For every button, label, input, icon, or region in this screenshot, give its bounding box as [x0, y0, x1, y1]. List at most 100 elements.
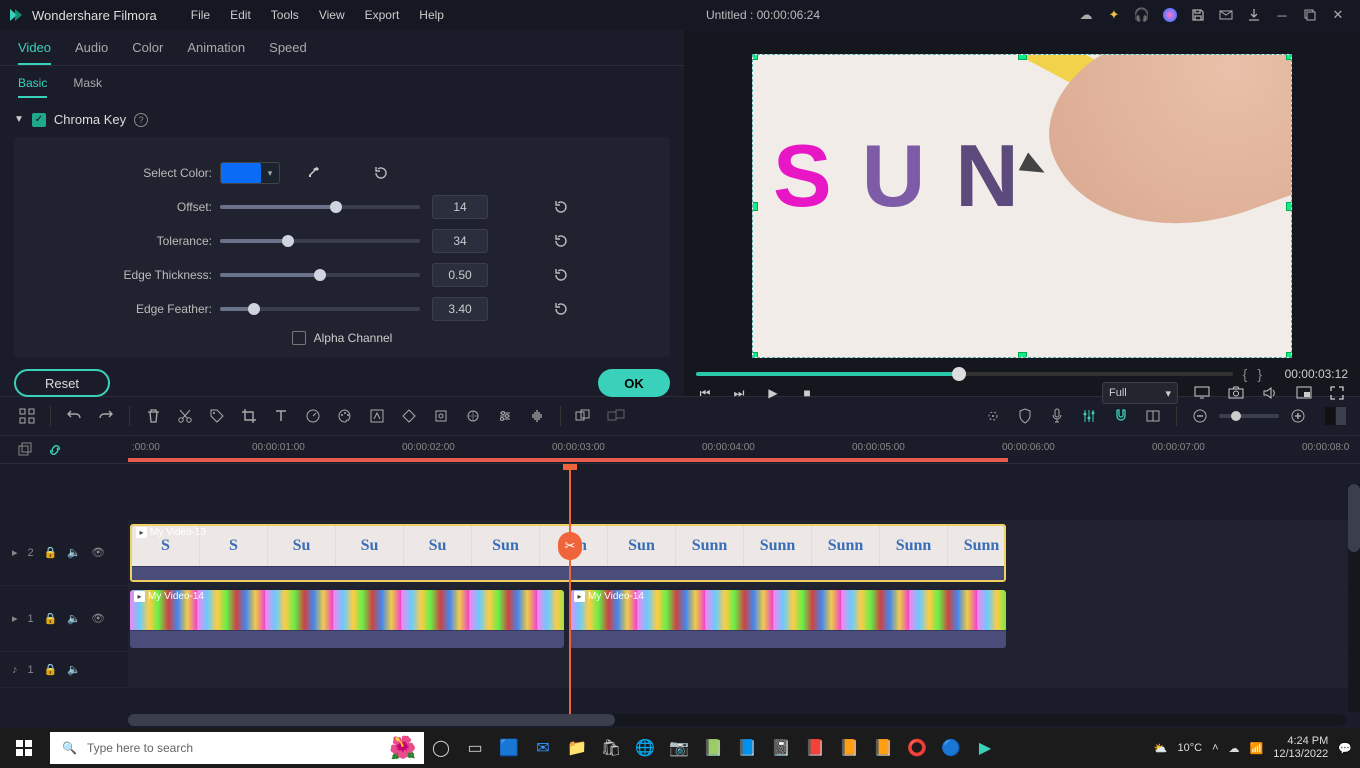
transform-handle[interactable]	[752, 202, 758, 211]
tolerance-value[interactable]: 34	[432, 229, 488, 253]
reset-button[interactable]: Reset	[14, 369, 110, 397]
reset-tolerance-icon[interactable]	[552, 232, 570, 250]
detect-icon[interactable]	[428, 403, 454, 429]
app-mail-icon[interactable]: ✉	[526, 728, 560, 768]
tray-clock[interactable]: 4:24 PM 12/13/2022	[1273, 735, 1328, 761]
eye-icon[interactable]: 👁	[91, 546, 105, 559]
app-instagram-icon[interactable]: 📷	[662, 728, 696, 768]
help-icon[interactable]: ?	[134, 113, 148, 127]
edge-feather-slider[interactable]	[220, 307, 420, 311]
offset-slider[interactable]	[220, 205, 420, 209]
mute-icon[interactable]: 🔈	[67, 546, 81, 559]
tab-audio[interactable]: Audio	[75, 40, 108, 63]
grid-tool-icon[interactable]	[14, 403, 40, 429]
transform-handle[interactable]	[1018, 54, 1027, 60]
chevron-down-icon[interactable]: ▾	[261, 168, 279, 179]
menu-file[interactable]: File	[181, 8, 220, 22]
keyframe-tool-icon[interactable]	[396, 403, 422, 429]
audio-tool-icon[interactable]	[524, 403, 550, 429]
lock-icon[interactable]: 🔒	[44, 663, 58, 676]
pip-icon[interactable]	[1296, 386, 1314, 400]
time-ruler[interactable]: :00:00 00:00:01:00 00:00:02:00 00:00:03:…	[128, 436, 1360, 463]
fullscreen-icon[interactable]	[1330, 386, 1348, 400]
zoom-in-icon[interactable]	[1285, 403, 1311, 429]
mask-tool-icon[interactable]	[460, 403, 486, 429]
snapshot-icon[interactable]	[1228, 386, 1246, 400]
stop-button[interactable]: ■	[798, 386, 816, 400]
weather-icon[interactable]: ⛅	[1154, 742, 1168, 755]
tray-wifi-icon[interactable]: 📶	[1250, 742, 1264, 755]
clip-video-1b[interactable]: ▸My Video-14	[570, 590, 1006, 648]
playhead[interactable]: ✂	[569, 464, 571, 714]
timeline-h-scrollbar[interactable]	[128, 714, 1346, 726]
mark-out-icon[interactable]: }	[1257, 366, 1262, 382]
chroma-key-header[interactable]: ▼ ✓ Chroma Key ?	[0, 102, 684, 137]
preview-zoom-select[interactable]: Full▾	[1102, 382, 1178, 404]
system-tray[interactable]: ⛅ 10°C ˄ ☁ 📶 4:24 PM 12/13/2022 💬	[1154, 735, 1360, 761]
idea-icon[interactable]: ✦	[1100, 0, 1128, 30]
app-access-icon[interactable]: 📙	[832, 728, 866, 768]
ok-button[interactable]: OK	[598, 369, 670, 397]
timeline-v-scrollbar[interactable]	[1348, 484, 1360, 712]
link-icon[interactable]	[47, 442, 63, 458]
app-filmora-icon[interactable]: ▶	[968, 728, 1002, 768]
eye-icon[interactable]: 👁	[91, 612, 105, 625]
app-chrome-icon[interactable]: 🔵	[934, 728, 968, 768]
reset-offset-icon[interactable]	[552, 198, 570, 216]
transform-handle[interactable]	[1286, 202, 1292, 211]
cloud-icon[interactable]: ☁	[1072, 0, 1100, 30]
next-frame-button[interactable]: ⏭	[730, 386, 748, 401]
app-excel-icon[interactable]: 📗	[696, 728, 730, 768]
alpha-channel-checkbox[interactable]	[292, 331, 306, 345]
tab-video[interactable]: Video	[18, 40, 51, 65]
menu-tools[interactable]: Tools	[261, 8, 309, 22]
transform-handle[interactable]	[752, 352, 758, 358]
app-powerpoint-icon[interactable]: 📙	[866, 728, 900, 768]
app-ms-store-icon[interactable]: 🛍	[594, 728, 628, 768]
app-explorer-icon[interactable]: 📁	[560, 728, 594, 768]
app-edge-icon[interactable]: 🌐	[628, 728, 662, 768]
menu-edit[interactable]: Edit	[220, 8, 261, 22]
edge-feather-value[interactable]: 3.40	[432, 297, 488, 321]
magnet-icon[interactable]	[1108, 403, 1134, 429]
reset-color-icon[interactable]	[372, 164, 390, 182]
start-button[interactable]	[0, 728, 48, 768]
redo-icon[interactable]	[93, 403, 119, 429]
playhead-cut-icon[interactable]: ✂	[558, 532, 582, 560]
tray-notifications-icon[interactable]: 💬	[1338, 742, 1352, 755]
ungroup-icon[interactable]	[603, 403, 629, 429]
tray-onedrive-icon[interactable]: ☁	[1229, 742, 1240, 755]
undo-icon[interactable]	[61, 403, 87, 429]
tray-chevron-up-icon[interactable]: ˄	[1212, 742, 1218, 754]
reset-edge-thickness-icon[interactable]	[552, 266, 570, 284]
reset-edge-feather-icon[interactable]	[552, 300, 570, 318]
mic-icon[interactable]	[1044, 403, 1070, 429]
maximize-button[interactable]	[1296, 0, 1324, 30]
delete-icon[interactable]	[140, 403, 166, 429]
lock-icon[interactable]: 🔒	[44, 612, 58, 625]
subtab-basic[interactable]: Basic	[18, 76, 47, 98]
offset-value[interactable]: 14	[432, 195, 488, 219]
taskbar-search[interactable]: 🔍 Type here to search	[50, 732, 382, 764]
zoom-slider[interactable]	[1219, 414, 1279, 418]
transform-handle[interactable]	[1286, 54, 1292, 60]
display-icon[interactable]	[1194, 386, 1212, 400]
tab-speed[interactable]: Speed	[269, 40, 307, 63]
mark-in-icon[interactable]: {	[1243, 366, 1248, 382]
shield-icon[interactable]	[1012, 403, 1038, 429]
app-store-icon[interactable]: 🟦	[492, 728, 526, 768]
mute-icon[interactable]: 🔈	[67, 612, 81, 625]
play-button[interactable]: ▶	[764, 386, 782, 400]
group-icon[interactable]	[571, 403, 597, 429]
app-word-icon[interactable]: 📘	[730, 728, 764, 768]
tab-animation[interactable]: Animation	[187, 40, 245, 63]
clip-video-1a[interactable]: ▸My Video-14	[130, 590, 564, 648]
mixer-icon[interactable]	[1076, 403, 1102, 429]
cut-icon[interactable]	[172, 403, 198, 429]
speed-icon[interactable]	[300, 403, 326, 429]
transform-handle[interactable]	[1018, 352, 1027, 358]
download-icon[interactable]	[1240, 0, 1268, 30]
eyedropper-icon[interactable]	[306, 166, 320, 180]
subtab-mask[interactable]: Mask	[73, 76, 102, 98]
edge-thickness-value[interactable]: 0.50	[432, 263, 488, 287]
